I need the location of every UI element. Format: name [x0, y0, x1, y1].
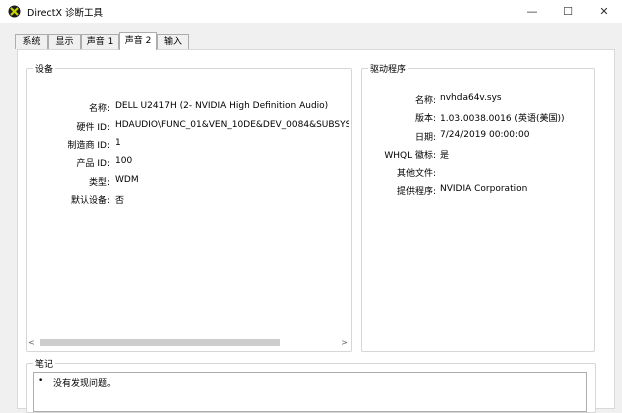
driver-version-value: 1.03.0038.0016 (英语(美国)) [440, 114, 565, 124]
notes-box[interactable]: • 没有发现问题。 [33, 372, 587, 412]
driver-whql-label: WHQL 徽标: [384, 151, 436, 161]
device-hardware-id-label: 硬件 ID: [76, 123, 110, 133]
driver-whql-value: 是 [440, 151, 450, 161]
device-manufacturer-id-label: 制造商 ID: [67, 141, 110, 151]
device-type-value: WDM [115, 175, 139, 185]
maximize-button[interactable]: ☐ [550, 0, 586, 23]
notes-group-title: 笔记 [33, 357, 56, 370]
driver-name-value: nvhda64v.sys [440, 93, 502, 103]
tab-system[interactable]: 系统 [15, 34, 48, 49]
driver-other-files-label: 其他文件: [396, 169, 436, 179]
device-name-label: 名称: [88, 104, 110, 114]
driver-provider-label: 提供程序: [396, 187, 436, 197]
directx-app-icon [8, 5, 21, 18]
close-button[interactable]: ✕ [586, 0, 622, 23]
driver-date-label: 日期: [414, 133, 436, 143]
device-type-label: 类型: [88, 178, 110, 188]
device-manufacturer-id-value: 1 [115, 138, 121, 148]
device-group-title: 设备 [33, 62, 56, 75]
tab-sound-2[interactable]: 声音 2 [119, 32, 157, 50]
tab-display[interactable]: 显示 [48, 34, 81, 49]
title-bar: DirectX 诊断工具 — ☐ ✕ [0, 0, 622, 23]
device-product-id-label: 产品 ID: [76, 159, 110, 169]
scroll-right-arrow[interactable]: > [339, 337, 350, 348]
device-name-value: DELL U2417H (2- NVIDIA High Definition A… [115, 101, 329, 111]
driver-provider-value: NVIDIA Corporation [440, 184, 528, 194]
device-hardware-id-value: HDAUDIO\FUNC_01&VEN_10DE&DEV_0084&SUBSYS… [115, 120, 349, 130]
scroll-thumb[interactable] [40, 339, 280, 346]
driver-name-label: 名称: [414, 96, 436, 106]
note-bullet: • [38, 376, 44, 386]
window-title: DirectX 诊断工具 [27, 8, 103, 19]
device-default-label: 默认设备: [70, 196, 110, 206]
driver-date-value: 7/24/2019 00:00:00 [440, 130, 530, 140]
device-product-id-value: 100 [115, 156, 133, 166]
scroll-left-arrow[interactable]: < [26, 337, 37, 348]
driver-group-title: 驱动程序 [368, 62, 409, 75]
note-text: 没有发现问题。 [53, 379, 117, 389]
driver-version-label: 版本: [414, 114, 436, 124]
minimize-button[interactable]: — [514, 0, 550, 23]
device-horizontal-scrollbar[interactable]: < > [26, 337, 350, 348]
tab-sound-1[interactable]: 声音 1 [81, 34, 119, 49]
device-default-value: 否 [115, 196, 125, 206]
tab-input[interactable]: 输入 [157, 34, 189, 49]
